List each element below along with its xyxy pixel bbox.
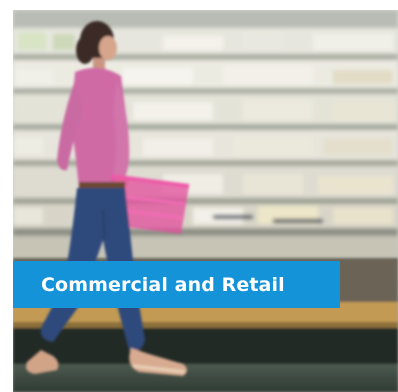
- category-tile-commercial-retail[interactable]: Commercial and Retail: [13, 10, 398, 392]
- category-label: Commercial and Retail: [41, 273, 285, 296]
- store-aisle-photo: [13, 10, 398, 392]
- category-label-banner[interactable]: Commercial and Retail: [13, 261, 340, 308]
